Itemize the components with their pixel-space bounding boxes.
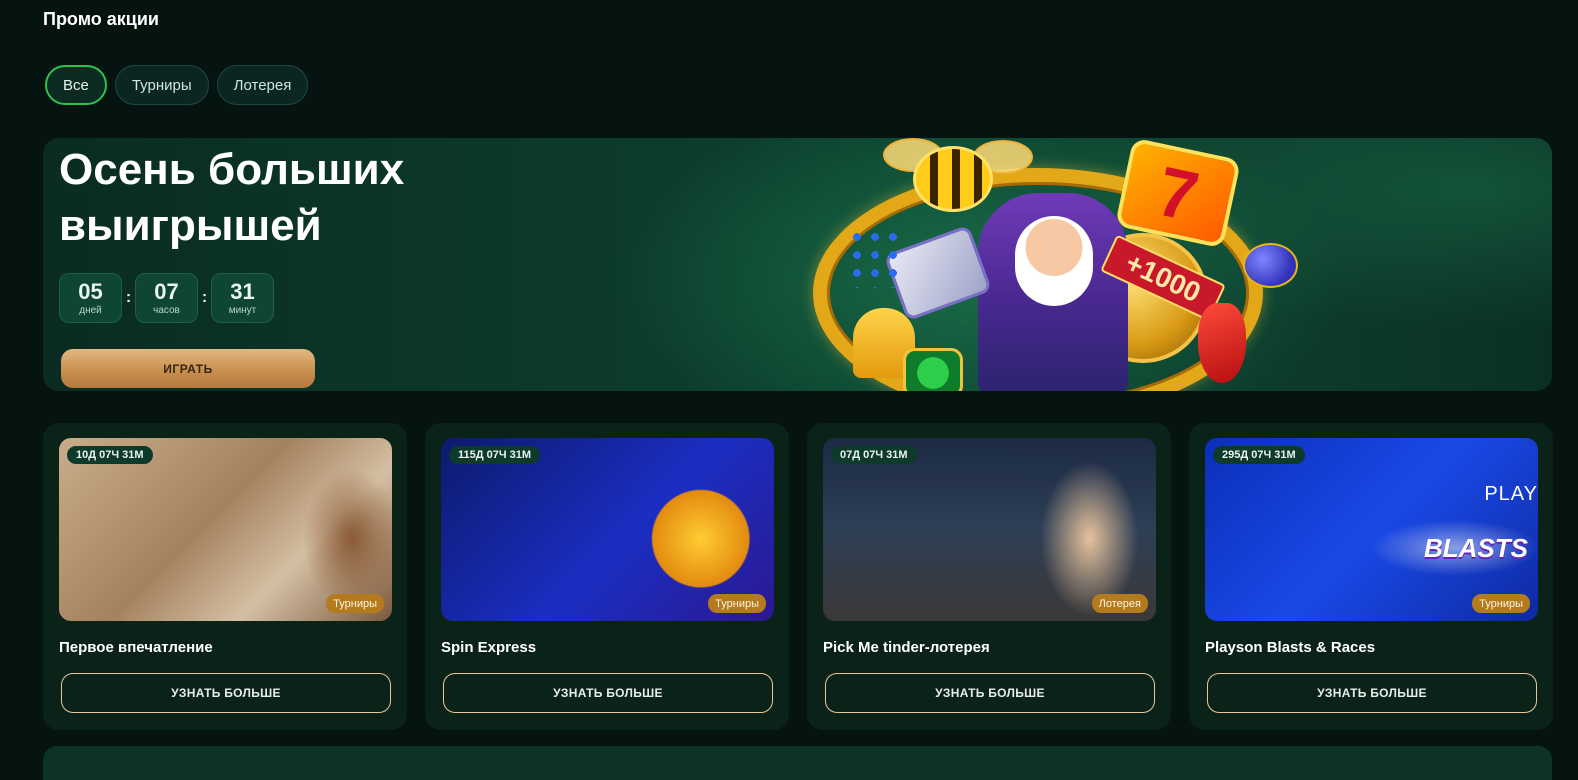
time-left-badge: 10Д 07Ч 31М <box>67 446 153 464</box>
art-bee <box>913 146 993 212</box>
countdown-hours-value: 07 <box>154 278 179 304</box>
next-section-panel <box>43 746 1552 780</box>
promo-type-badge: Турниры <box>708 594 766 613</box>
filter-tabs: Все Турниры Лотерея <box>45 65 309 105</box>
promo-image[interactable]: 07Д 07Ч 31М Лотерея <box>823 438 1156 621</box>
promo-image[interactable]: 10Д 07Ч 31М Турниры <box>59 438 392 621</box>
art-plum <box>1243 243 1298 288</box>
countdown-separator: : <box>201 289 208 306</box>
countdown-days-value: 05 <box>78 278 103 304</box>
learn-more-button[interactable]: УЗНАТЬ БОЛЬШЕ <box>443 673 773 713</box>
play-button[interactable]: ИГРАТЬ <box>61 349 315 388</box>
learn-more-button[interactable]: УЗНАТЬ БОЛЬШЕ <box>825 673 1155 713</box>
hero-artwork: 7 +1000 <box>803 138 1298 391</box>
countdown-days-label: дней <box>79 304 102 316</box>
promo-image-brand: PLAY <box>1484 483 1538 505</box>
countdown-minutes-label: минут <box>228 304 257 316</box>
promo-title: Playson Blasts & Races <box>1205 639 1376 656</box>
filter-lottery[interactable]: Лотерея <box>216 65 309 105</box>
promo-image[interactable]: 295Д 07Ч 31М PLAY BLASTS Турниры <box>1205 438 1538 621</box>
promo-card[interactable]: 07Д 07Ч 31М Лотерея Pick Me tinder-лотер… <box>807 423 1171 730</box>
countdown-minutes: 31 минут <box>211 273 274 323</box>
time-left-badge: 295Д 07Ч 31М <box>1213 446 1305 464</box>
promo-type-badge: Лотерея <box>1091 594 1148 613</box>
promo-title: Pick Me tinder-лотерея <box>823 639 990 656</box>
countdown-hours-label: часов <box>153 304 180 316</box>
learn-more-button[interactable]: УЗНАТЬ БОЛЬШЕ <box>61 673 391 713</box>
promo-type-badge: Турниры <box>326 594 384 613</box>
promo-title: Spin Express <box>441 639 537 656</box>
art-clover <box>903 348 963 391</box>
art-pepper <box>1198 303 1246 383</box>
promo-list: 10Д 07Ч 31М Турниры Первое впечатление У… <box>43 423 1553 730</box>
promo-type-badge: Турниры <box>1472 594 1530 613</box>
promo-card[interactable]: 115Д 07Ч 31М Турниры Spin Express УЗНАТЬ… <box>425 423 789 730</box>
promo-image[interactable]: 115Д 07Ч 31М Турниры <box>441 438 774 621</box>
time-left-badge: 07Д 07Ч 31М <box>831 446 917 464</box>
art-viking-face <box>1015 216 1093 306</box>
filter-all[interactable]: Все <box>45 65 107 105</box>
countdown-hours: 07 часов <box>135 273 198 323</box>
page-title: Промо акции <box>43 9 159 29</box>
promo-title: Первое впечатление <box>59 639 213 656</box>
hero-banner[interactable]: Осень больших выигрышей 05 дней : 07 час… <box>43 138 1552 391</box>
time-left-badge: 115Д 07Ч 31М <box>449 446 541 464</box>
promo-card[interactable]: 10Д 07Ч 31М Турниры Первое впечатление У… <box>43 423 407 730</box>
filter-tournaments[interactable]: Турниры <box>114 65 209 105</box>
countdown-separator: : <box>125 289 132 306</box>
art-grapes <box>848 228 903 288</box>
countdown-minutes-value: 31 <box>230 278 255 304</box>
hero-title: Осень больших выигрышей <box>59 145 405 250</box>
countdown-timer: 05 дней : 07 часов : 31 минут <box>59 273 274 323</box>
promo-image-title: BLASTS <box>1424 533 1528 563</box>
countdown-days: 05 дней <box>59 273 122 323</box>
promo-card[interactable]: 295Д 07Ч 31М PLAY BLASTS Турниры Playson… <box>1189 423 1553 730</box>
learn-more-button[interactable]: УЗНАТЬ БОЛЬШЕ <box>1207 673 1537 713</box>
